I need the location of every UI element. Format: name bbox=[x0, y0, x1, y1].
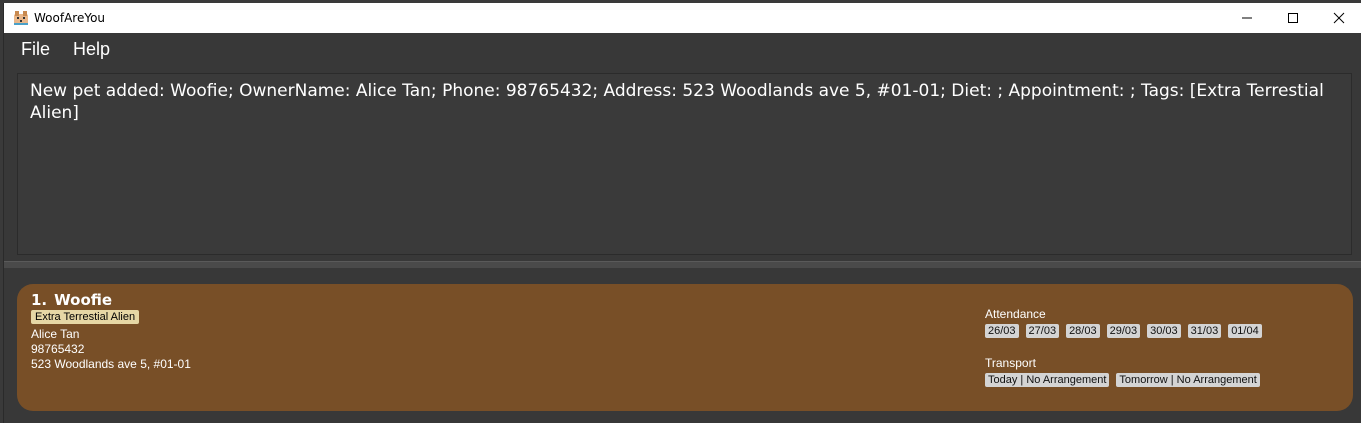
pet-list-panel: 1. Woofie Extra Terrestial Alien Alice Ta… bbox=[4, 268, 1361, 423]
owner-address: 523 Woodlands ave 5, #01-01 bbox=[31, 357, 191, 371]
close-button[interactable] bbox=[1316, 3, 1361, 33]
owner-phone: 98765432 bbox=[31, 342, 85, 356]
transport-chip: Tomorrow | No Arrangement bbox=[1116, 373, 1260, 387]
menu-help[interactable]: Help bbox=[73, 39, 110, 60]
menu-bar: File Help bbox=[4, 33, 1361, 65]
attendance-chip: 30/03 bbox=[1147, 324, 1181, 338]
transport-label: Transport bbox=[985, 356, 1036, 370]
attendance-chip: 26/03 bbox=[985, 324, 1019, 338]
maximize-button[interactable] bbox=[1270, 3, 1316, 33]
close-icon bbox=[1333, 12, 1345, 24]
dog-app-icon bbox=[14, 11, 28, 25]
title-bar[interactable]: WoofAreYou bbox=[4, 3, 1361, 33]
owner-name: Alice Tan bbox=[31, 327, 80, 341]
attendance-chip: 31/03 bbox=[1187, 324, 1222, 338]
attendance-chip: 01/04 bbox=[1228, 324, 1262, 338]
pet-tag: Extra Terrestial Alien bbox=[31, 310, 140, 324]
transport-chip: Today | No Arrangement bbox=[985, 373, 1110, 387]
app-window: WoofAreYou File Help New pet added: Woof… bbox=[3, 3, 1361, 423]
pet-name: Woofie bbox=[54, 291, 113, 309]
result-message: New pet added: Woofie; OwnerName: Alice … bbox=[30, 81, 1324, 123]
minimize-button[interactable] bbox=[1224, 3, 1270, 33]
result-display[interactable]: New pet added: Woofie; OwnerName: Alice … bbox=[17, 73, 1352, 255]
menu-file[interactable]: File bbox=[21, 39, 50, 60]
attendance-list: 26/03 27/03 28/03 29/03 30/03 31/03 01/0… bbox=[985, 324, 1262, 338]
pet-index: 1. bbox=[31, 291, 48, 309]
window-title: WoofAreYou bbox=[34, 11, 106, 25]
minimize-icon bbox=[1242, 17, 1252, 19]
pet-card[interactable]: 1. Woofie Extra Terrestial Alien Alice Ta… bbox=[17, 284, 1353, 411]
attendance-label: Attendance bbox=[985, 307, 1046, 321]
attendance-chip: 28/03 bbox=[1066, 324, 1100, 338]
attendance-chip: 27/03 bbox=[1025, 324, 1060, 338]
result-panel: New pet added: Woofie; OwnerName: Alice … bbox=[4, 65, 1361, 261]
pet-name-line: 1. Woofie bbox=[31, 291, 112, 309]
maximize-icon bbox=[1288, 13, 1298, 23]
attendance-chip: 29/03 bbox=[1106, 324, 1141, 338]
transport-list: Today | No Arrangement Tomorrow | No Arr… bbox=[985, 373, 1260, 387]
panel-divider[interactable] bbox=[4, 261, 1361, 268]
